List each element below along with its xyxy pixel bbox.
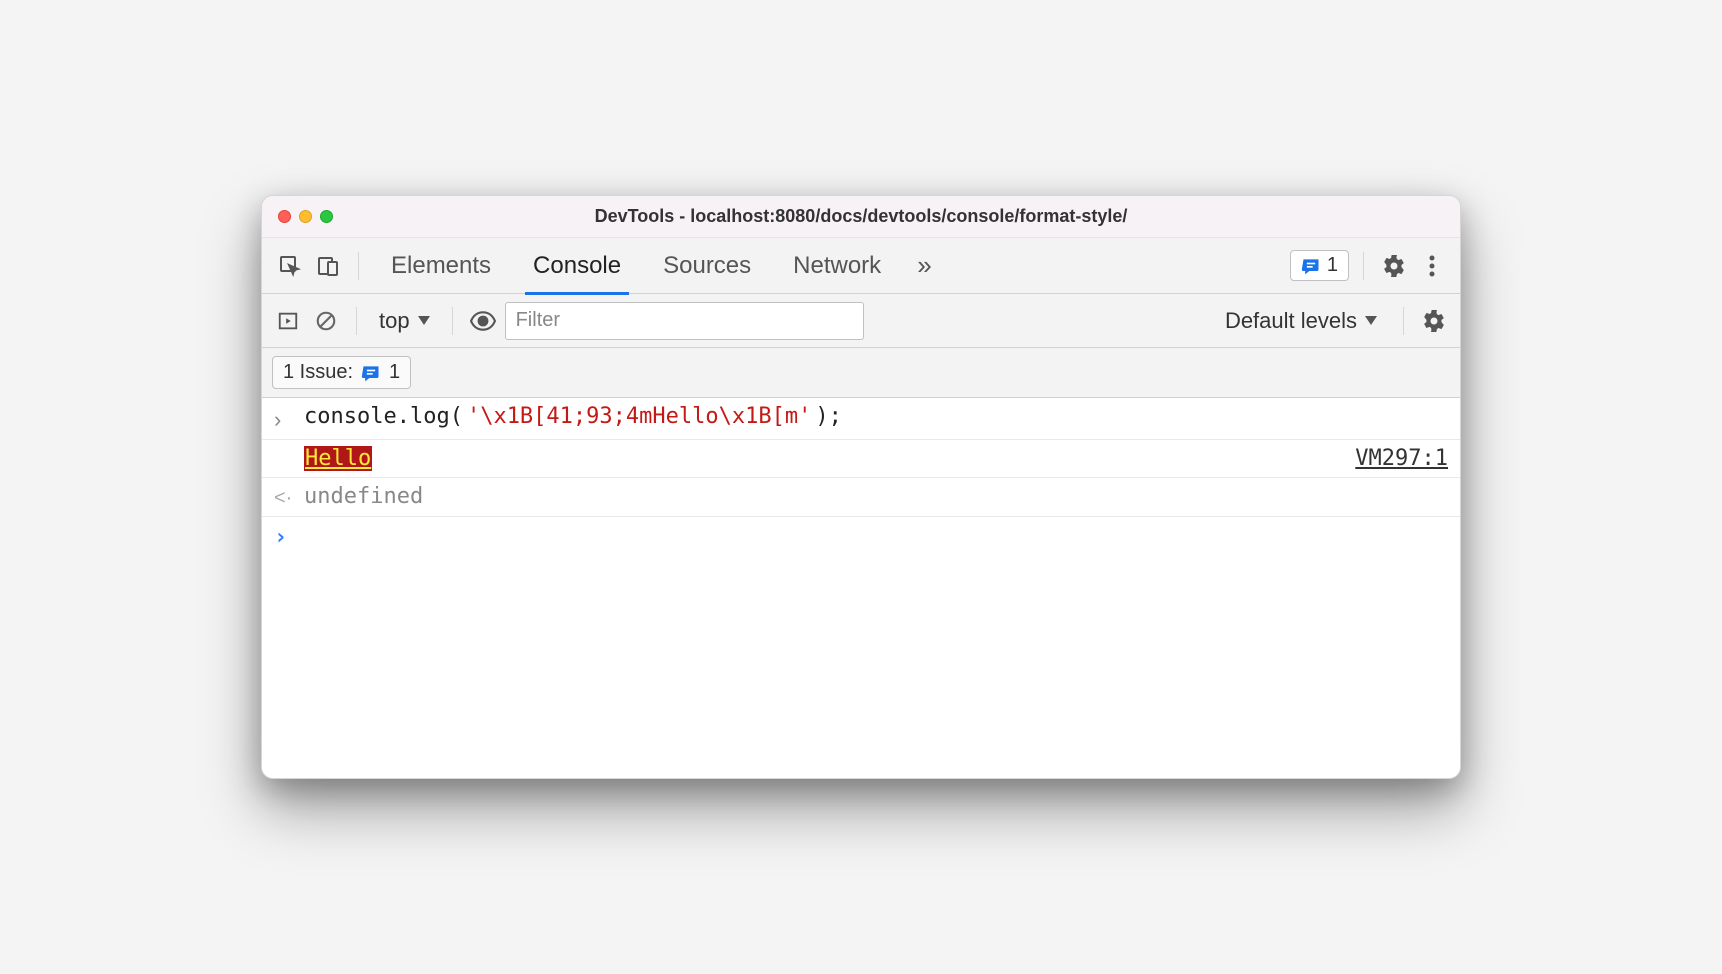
return-value: undefined [304,484,423,509]
tab-console[interactable]: Console [515,238,639,294]
issues-pill[interactable]: 1 Issue: 1 [272,356,411,389]
log-levels-selector[interactable]: Default levels [1213,308,1389,334]
issues-icon [361,363,381,383]
traffic-lights [278,210,333,223]
chevron-down-icon [418,316,430,325]
clear-console-icon[interactable] [310,305,342,337]
code-string: '\x1B[41;93;4mHello\x1B[m' [467,404,811,429]
context-selector[interactable]: top [371,308,438,334]
divider [356,307,357,335]
issues-badge[interactable]: 1 [1290,250,1349,281]
devtools-window: DevTools - localhost:8080/docs/devtools/… [261,195,1461,779]
window-title: DevTools - localhost:8080/docs/devtools/… [262,206,1460,227]
divider [1403,307,1404,335]
chevron-down-icon [1365,316,1377,325]
inspect-element-icon[interactable] [274,250,306,282]
close-window-button[interactable] [278,210,291,223]
divider [452,307,453,335]
source-link[interactable]: VM297:1 [1355,446,1448,471]
toggle-sidebar-icon[interactable] [272,305,304,337]
tabs-overflow-icon[interactable]: » [905,238,943,294]
console-output-row: Hello VM297:1 [262,440,1460,478]
issues-label: 1 Issue: [283,361,353,384]
live-expression-icon[interactable] [467,305,499,337]
console-body: console.log('\x1B[41;93;4mHello\x1B[m');… [262,398,1460,778]
console-input-row: console.log('\x1B[41;93;4mHello\x1B[m'); [262,398,1460,440]
issues-row: 1 Issue: 1 [262,348,1460,398]
more-menu-icon[interactable] [1416,250,1448,282]
issues-count: 1 [389,361,400,384]
tab-sources[interactable]: Sources [645,238,769,294]
settings-gear-icon[interactable] [1378,250,1410,282]
maximize-window-button[interactable] [320,210,333,223]
device-toolbar-icon[interactable] [312,250,344,282]
console-prompt-row[interactable]: › [262,517,1460,558]
code-suffix: ); [815,404,842,429]
code-prefix: console.log( [304,404,463,429]
console-return-row: <· undefined [262,478,1460,517]
input-chevron-icon [274,411,281,431]
tab-elements[interactable]: Elements [373,238,509,294]
ansi-output-text: Hello [304,446,372,471]
console-toolbar: top Default levels [262,294,1460,348]
titlebar: DevTools - localhost:8080/docs/devtools/… [262,196,1460,238]
context-label: top [379,308,410,334]
divider [358,252,359,280]
prompt-chevron-icon: › [274,525,287,550]
return-chevron-icon: <· [274,487,292,509]
tab-network[interactable]: Network [775,238,899,294]
console-settings-gear-icon[interactable] [1418,305,1450,337]
issues-badge-count: 1 [1327,254,1338,277]
levels-label: Default levels [1225,308,1357,334]
issues-icon [1301,256,1321,276]
divider [1363,252,1364,280]
main-tabs-row: Elements Console Sources Network » 1 [262,238,1460,294]
minimize-window-button[interactable] [299,210,312,223]
filter-input[interactable] [505,302,864,340]
